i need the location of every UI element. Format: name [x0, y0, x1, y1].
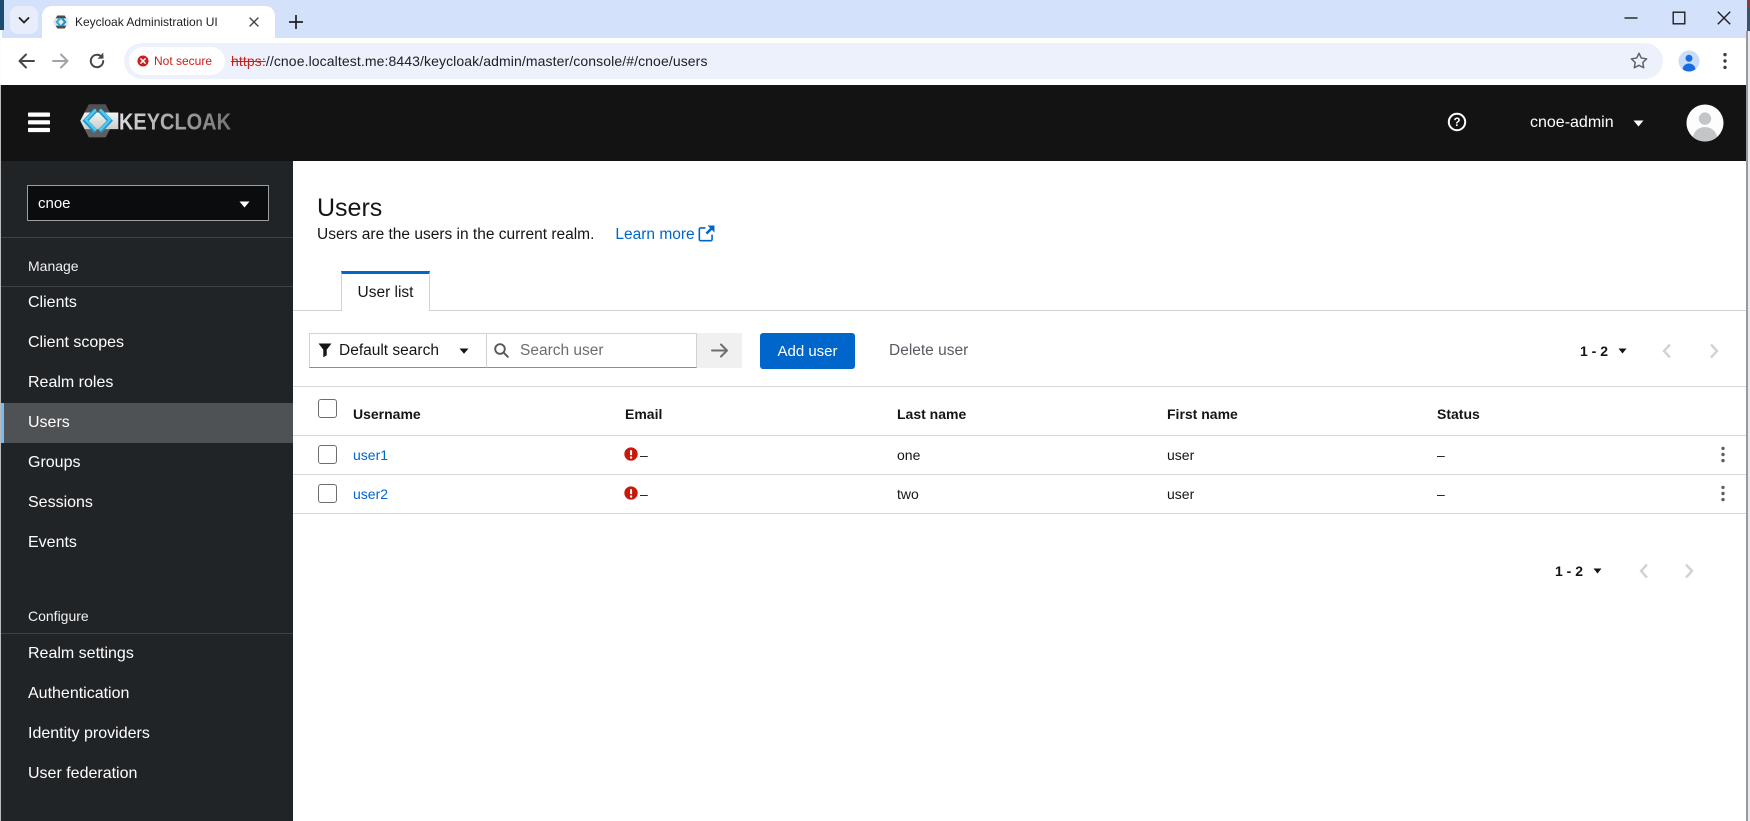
- svg-text:?: ?: [1453, 117, 1460, 129]
- svg-text:KEYCLOAK: KEYCLOAK: [119, 108, 231, 134]
